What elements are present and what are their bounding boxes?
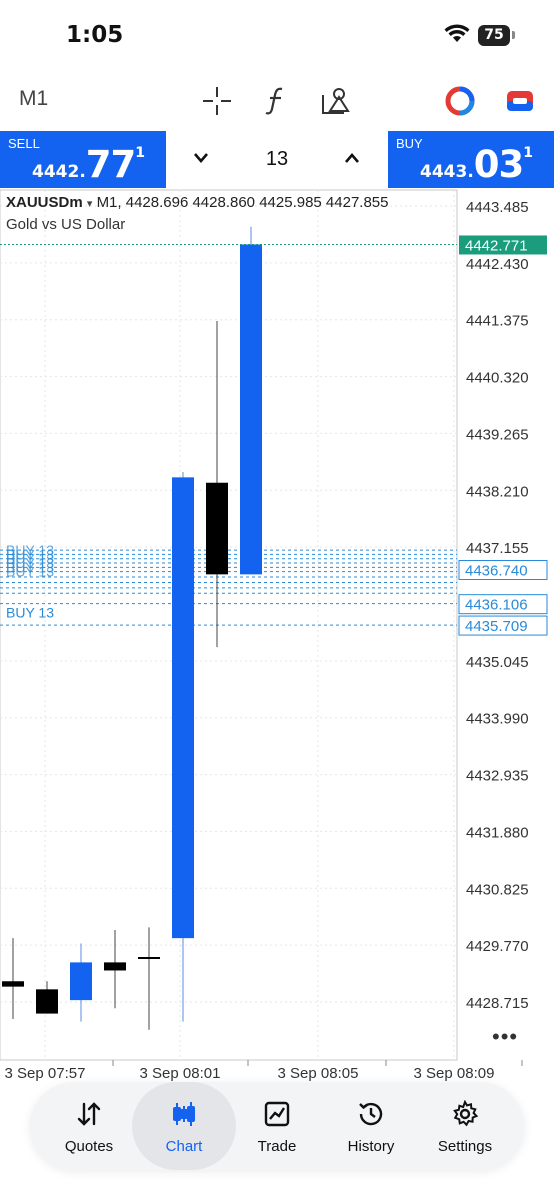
level-price-label: 4436.106 [465,597,528,614]
y-tick-label: 4441.375 [466,313,529,330]
buy-price-small: 4443. [420,162,474,182]
tab-label: Chart [165,1138,203,1155]
buy-price-big: 03 [473,143,524,186]
chart-header: XAUUSDm ▾ M1, 4428.696 4428.860 4425.985… [6,194,389,211]
bottom-tab-bar: Quotes Chart Trade History Settings [30,1082,524,1170]
trade-icon [264,1101,290,1127]
toggle-icon[interactable] [502,83,538,119]
y-tick-label: 4443.485 [466,199,529,216]
tab-label: Quotes [64,1138,114,1155]
buy-price-sup: 1 [523,145,534,161]
level-price-label: 4435.709 [465,618,528,635]
quotes-icon [77,1102,101,1126]
sell-button[interactable]: SELL 4442.771 [0,131,166,188]
tab-settings[interactable]: Settings [416,1082,514,1170]
battery-indicator: 75 [478,25,510,46]
battery-tip [512,31,515,39]
wifi-icon [444,24,470,42]
buy-label: BUY [396,136,423,151]
y-tick-label: 4438.210 [466,483,529,500]
increase-lot-icon[interactable] [344,152,360,164]
y-tick-label: 4430.825 [466,881,529,898]
y-tick-label: 4431.880 [466,824,529,841]
level-price-label: 4436.740 [465,563,528,580]
candle-body [70,962,92,1001]
more-options-icon[interactable]: ••• [492,1024,518,1050]
buy-button[interactable]: BUY 4443.031 [388,131,554,188]
sell-price: 4442.771 [32,143,145,186]
objects-icon[interactable] [318,83,354,119]
status-time: 1:05 [66,22,124,48]
candle-body [206,482,228,575]
chart-area[interactable]: 4443.485 4442.430 4441.375 4440.320 4439.265… [0,188,554,1085]
tab-trade[interactable]: Trade [228,1082,326,1170]
y-tick-label: 4440.320 [466,370,529,387]
y-tick-label: 4428.715 [466,995,529,1012]
candle-body [172,477,194,939]
y-tick-label: 4439.265 [466,426,529,443]
candle-body [36,989,58,1014]
tab-label: Trade [257,1138,297,1155]
price-chart[interactable]: 4443.485 4442.430 4441.375 4440.320 4439.265… [0,188,554,1085]
buy-price: 4443.031 [420,143,533,186]
tab-chart[interactable]: Chart [132,1082,236,1170]
tab-history[interactable]: History [322,1082,420,1170]
candle-body [240,244,262,575]
candle-body [138,956,160,959]
ohlc-values: M1, 4428.696 4428.860 4425.985 4427.855 [96,194,389,211]
y-tick-label: 4437.155 [466,540,529,557]
candle-body [2,981,24,987]
function-icon[interactable] [258,83,294,119]
status-bar: 1:05 75 [0,0,554,72]
chart-icon [173,1102,195,1126]
candle-body [104,962,126,971]
y-tick-label: 4442.430 [466,256,529,273]
y-tick-label: 4435.045 [466,654,529,671]
current-price-label: 4442.771 [465,237,528,254]
buy-order-label: BUY 13 [6,605,54,621]
sell-price-small: 4442. [32,162,86,182]
symbol-name[interactable]: XAUUSDm [6,194,83,211]
x-tick-label: 3 Sep 08:09 [414,1065,495,1082]
y-tick-label: 4429.770 [466,938,529,955]
chart-toolbar: M1 [0,72,554,130]
account-icon[interactable] [442,83,478,119]
sell-price-sup: 1 [135,145,146,161]
one-click-trading-panel: SELL 4442.771 13 BUY 4443.031 [0,131,554,188]
y-tick-label: 4432.935 [466,768,529,785]
x-tick-label: 3 Sep 07:57 [5,1065,86,1082]
settings-icon [453,1100,479,1127]
sell-price-big: 77 [85,143,136,186]
symbol-caret-icon[interactable]: ▾ [87,198,93,210]
tab-label: History [347,1138,395,1155]
tab-label: Settings [437,1138,493,1155]
x-tick-label: 3 Sep 08:01 [140,1065,221,1082]
x-tick-label: 3 Sep 08:05 [278,1065,359,1082]
symbol-description: Gold vs US Dollar [6,216,126,233]
y-tick-label: 4433.990 [466,711,529,728]
history-icon [359,1102,383,1126]
buy-order-label: BUY 13 [6,564,54,580]
lot-selector: 13 [166,131,388,188]
crosshair-icon[interactable] [199,83,235,119]
tab-quotes[interactable]: Quotes [40,1082,138,1170]
timeframe-button[interactable]: M1 [19,87,48,111]
